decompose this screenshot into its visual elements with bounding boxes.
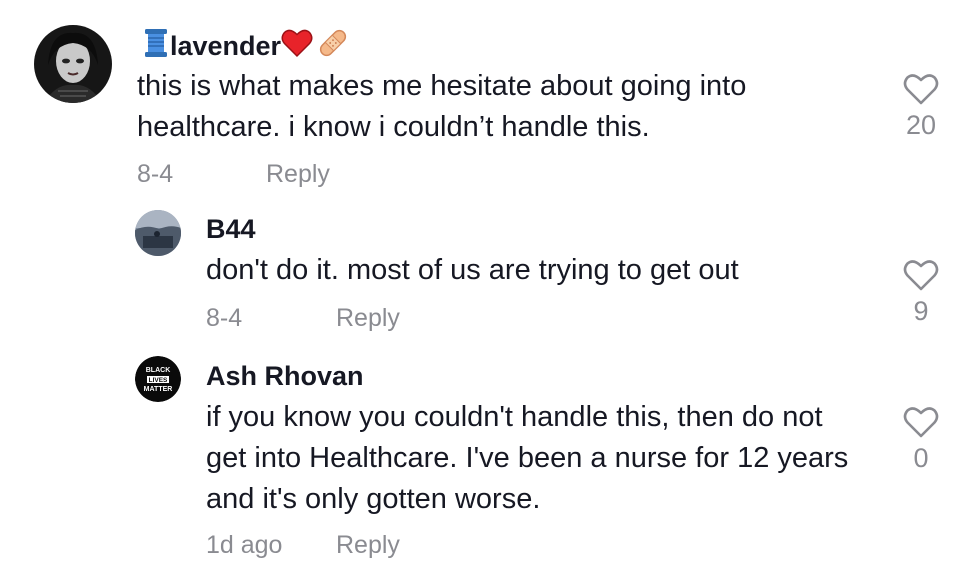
comment-text: don't do it. most of us are trying to ge… bbox=[206, 254, 739, 286]
like-count: 9 bbox=[913, 296, 929, 326]
username[interactable]: Ash Rhovan bbox=[206, 361, 364, 392]
bandage-icon bbox=[317, 27, 349, 66]
comment-text: if you know you couldn't handle this, th… bbox=[206, 401, 849, 515]
heart-icon bbox=[281, 28, 313, 65]
heart-outline-icon bbox=[903, 407, 939, 438]
avatar-lavender[interactable] bbox=[34, 25, 112, 103]
reply-button[interactable]: Reply bbox=[336, 304, 400, 333]
avatar-image bbox=[135, 210, 181, 256]
reply-button[interactable]: Reply bbox=[336, 531, 400, 560]
like-count: 20 bbox=[905, 110, 937, 140]
avatar-text-line: BLACK bbox=[146, 367, 171, 374]
heart-outline-icon bbox=[903, 74, 939, 105]
like-button[interactable]: 20 bbox=[889, 72, 953, 141]
avatar-ash-rhovan[interactable]: BLACK LIVES MATTER bbox=[135, 356, 181, 402]
reply-button[interactable]: Reply bbox=[266, 160, 330, 189]
avatar-text-line: MATTER bbox=[144, 386, 173, 393]
like-button[interactable]: 0 bbox=[889, 405, 953, 474]
spool-icon bbox=[142, 27, 170, 66]
like-count: 0 bbox=[913, 443, 929, 473]
username[interactable]: lavender bbox=[170, 31, 281, 61]
username-row[interactable]: lavender bbox=[142, 27, 349, 63]
comment-text: this is what makes me hesitate about goi… bbox=[137, 70, 747, 143]
avatar-image: BLACK LIVES MATTER bbox=[135, 356, 181, 402]
comment-date: 8-4 bbox=[137, 160, 174, 188]
like-button[interactable]: 9 bbox=[889, 258, 953, 327]
comment-date: 8-4 bbox=[206, 304, 243, 332]
username[interactable]: B44 bbox=[206, 214, 256, 245]
avatar-text-line: LIVES bbox=[149, 377, 168, 384]
heart-outline-icon bbox=[903, 260, 939, 291]
comment-date: 1d ago bbox=[206, 531, 283, 559]
avatar-image bbox=[34, 25, 112, 103]
avatar-b44[interactable] bbox=[135, 210, 181, 256]
